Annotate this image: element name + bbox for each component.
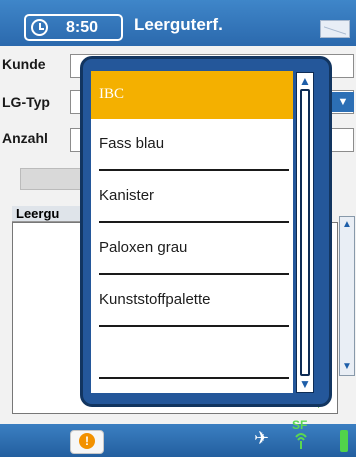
popup-item-kunststoffpalette[interactable]: Kunststoffpalette [91,277,293,325]
sf-label: SF [292,418,308,432]
popup-scrollbar[interactable]: ▲ ▼ [296,72,314,393]
scroll-up-icon[interactable]: ▲ [298,74,312,88]
popup-item-empty[interactable] [91,381,293,393]
chevron-down-icon[interactable]: ▼ [332,92,354,112]
info-icon: ! [79,433,95,449]
mail-icon[interactable] [320,20,350,38]
popup-item-kanister[interactable]: Kanister [91,173,293,221]
app-title: Leerguterf. [134,15,223,34]
popup-item-empty[interactable] [91,329,293,377]
popup-item-fass-blau[interactable]: Fass blau [91,121,293,169]
popup-item-ibc[interactable]: IBC [91,71,293,119]
scroll-up-icon[interactable]: ▲ [341,219,353,231]
popup-separator [99,377,289,379]
info-button[interactable]: ! [70,430,104,454]
popup-separator [99,221,289,223]
list-scrollbar[interactable]: ▲ ▼ [339,216,355,376]
scroll-down-icon[interactable]: ▼ [298,377,312,391]
kunde-label: Kunde [2,56,46,72]
clock-time: 8:50 [66,19,99,36]
battery-icon [340,430,348,452]
popup-list: IBC Fass blau Kanister Paloxen grau Kuns… [91,71,293,393]
network-icon: ✈ [254,428,270,448]
lg-typ-popup: IBC Fass blau Kanister Paloxen grau Kuns… [80,56,332,407]
popup-separator [99,273,289,275]
signal-icon [295,433,307,449]
scroll-down-icon[interactable]: ▼ [341,361,353,373]
clock-icon [31,19,48,36]
disabled-button[interactable] [20,168,82,190]
popup-separator [99,169,289,171]
scroll-thumb[interactable] [300,89,310,376]
clock-button[interactable]: 8:50 [24,14,123,41]
popup-item-paloxen-grau[interactable]: Paloxen grau [91,225,293,273]
anzahl-label: Anzahl [2,130,48,146]
popup-separator [99,325,289,327]
lg-typ-label: LG-Typ [2,94,50,110]
